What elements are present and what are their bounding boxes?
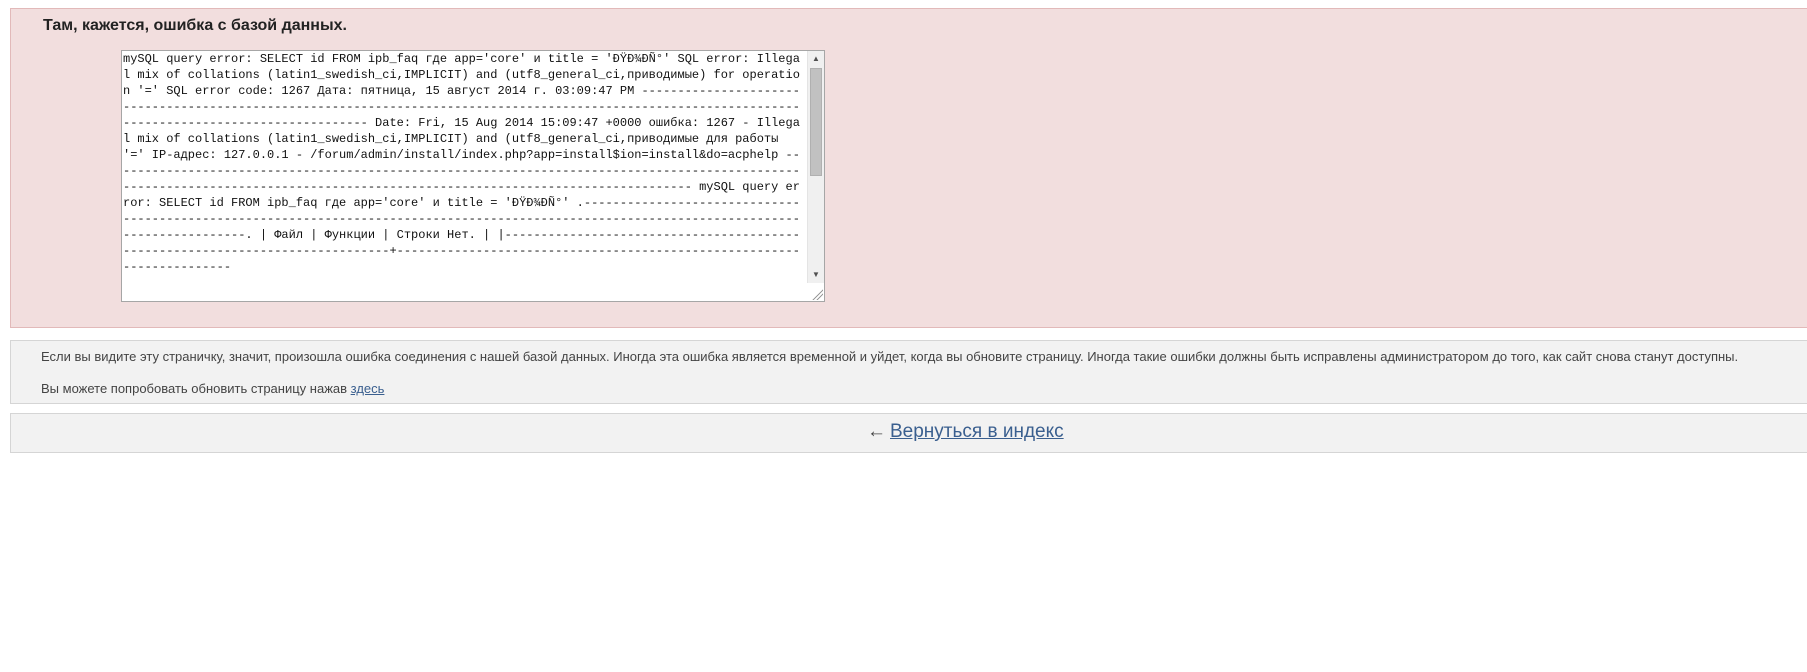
- error-log-text[interactable]: mySQL query error: SELECT id FROM ipb_fa…: [123, 51, 805, 301]
- left-arrow-icon: ←: [867, 421, 886, 442]
- back-panel: ← Вернуться в индекс: [10, 413, 1807, 453]
- refresh-link[interactable]: здесь: [351, 381, 385, 396]
- error-log-textarea[interactable]: mySQL query error: SELECT id FROM ipb_fa…: [121, 50, 825, 302]
- info-message: Если вы видите эту страничку, значит, пр…: [41, 349, 1739, 364]
- info-panel: Если вы видите эту страничку, значит, пр…: [10, 340, 1807, 404]
- refresh-message: Вы можете попробовать обновить страницу …: [41, 381, 384, 396]
- scroll-up-arrow-icon[interactable]: ▲: [808, 51, 824, 67]
- error-title: Там, кажется, ошибка с базой данных.: [43, 17, 347, 34]
- back-to-index: ← Вернуться в индекс: [867, 421, 1064, 443]
- scroll-down-arrow-icon[interactable]: ▼: [808, 267, 824, 283]
- back-to-index-link[interactable]: Вернуться в индекс: [890, 421, 1064, 442]
- scroll-thumb[interactable]: [810, 68, 822, 176]
- error-panel: Там, кажется, ошибка с базой данных. myS…: [10, 8, 1807, 328]
- resize-grip-icon[interactable]: [811, 288, 823, 300]
- refresh-message-text: Вы можете попробовать обновить страницу …: [41, 381, 348, 396]
- log-scrollbar[interactable]: ▲ ▼: [807, 51, 824, 283]
